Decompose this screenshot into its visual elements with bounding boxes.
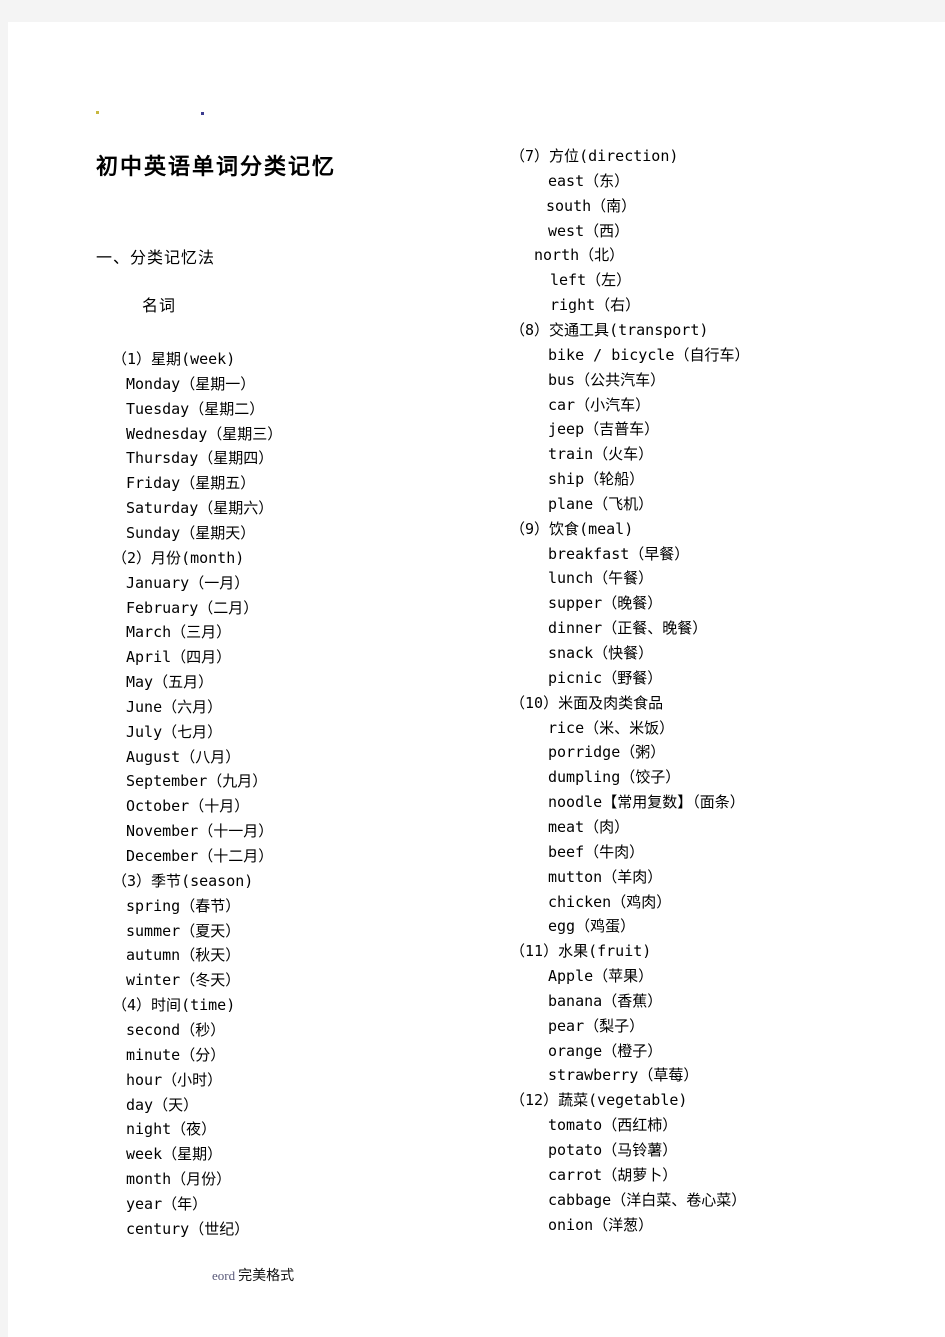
word-group-heading: （8）交通工具(transport) [510,320,709,339]
word-entry: right（右） [550,296,641,315]
word-group-heading: （10）米面及肉类食品 [510,693,664,712]
word-entry: May（五月） [126,673,214,692]
word-entry: autumn（秋天） [126,946,241,965]
word-entry: September（九月） [126,772,268,791]
word-group-heading: （7）方位(direction) [510,147,679,165]
word-entry: breakfast（早餐） [548,544,690,563]
word-entry: Saturday（星期六） [126,499,274,518]
word-entry: night（夜） [126,1120,217,1139]
footer-watermark: eord [212,1268,236,1283]
word-entry: Thursday（星期四） [126,449,274,468]
word-entry: north（北） [534,246,625,265]
word-entry: summer（夏天） [126,921,241,940]
word-entry: tomato（西红柿） [548,1116,678,1135]
word-entry: week（星期） [126,1145,223,1164]
word-entry: second（秒） [126,1020,226,1039]
word-entry: August（八月） [126,747,241,766]
word-entry: day（天） [126,1095,199,1114]
word-entry: left（左） [550,271,632,290]
word-entry: east（东） [548,171,630,190]
word-entry: November（十一月） [126,822,274,841]
word-entry: chicken（鸡肉） [548,892,672,911]
word-entry: December（十二月） [126,847,274,865]
word-entry: June（六月） [126,697,223,716]
word-entry: noodle【常用复数】（面条） [548,793,745,812]
word-entry: spring（春节） [126,896,241,915]
footer-label: 完美格式 [238,1267,295,1283]
word-group-heading: （12）蔬菜(vegetable) [510,1091,688,1110]
word-entry: carrot（胡萝卜） [548,1165,678,1184]
word-group-heading: （3）季节(season) [112,871,254,890]
word-entry: lunch（午餐） [548,569,654,588]
word-entry: plane（飞机） [548,494,654,513]
word-entry: dinner（正餐、晚餐） [548,619,708,638]
word-entry: beef（牛肉） [548,842,645,861]
word-group-heading: （11）水果(fruit) [510,942,652,961]
word-entry: snack（快餐） [548,644,654,662]
word-entry: century（世纪） [126,1219,250,1238]
word-entry: banana（香蕉） [548,991,663,1010]
document-page: 初中英语单词分类记忆 一、分类记忆法 名词 （1）星期(week) Monday（… [8,22,945,1337]
word-entry: strawberry（草莓） [548,1066,699,1085]
section-heading: 一、分类记忆法 [96,250,216,267]
word-entry: minute（分） [126,1045,226,1064]
word-entry: month（月份） [126,1170,232,1189]
word-entry: hour（小时） [126,1070,223,1089]
word-group-heading: （9）饮食(meal) [510,519,634,538]
word-group-heading: （1）星期(week) [112,350,236,368]
word-entry: bike / bicycle（自行车） [548,345,750,364]
word-entry: meat（肉） [548,817,630,836]
word-entry: train（火车） [548,445,654,464]
word-entry: dumpling（饺子） [548,768,681,787]
word-entry: bus（公共汽车） [548,370,666,389]
word-entry: onion（洋葱） [548,1215,654,1234]
word-entry: west（西） [548,221,630,240]
word-entry: winter（冬天） [126,971,241,990]
word-entry: mutton（羊肉） [548,867,663,886]
word-entry: April（四月） [126,648,232,667]
word-entry: supper（晚餐） [548,594,663,613]
word-entry: rice（米、米饭） [548,718,675,737]
word-entry: year（年） [126,1194,208,1213]
word-entry: Friday（星期五） [126,474,256,493]
word-entry: car（小汽车） [548,395,651,414]
scan-artifact-dot-left [96,111,99,114]
word-group-heading: （4）时间(time) [112,996,236,1015]
word-entry: July（七月） [126,722,223,741]
word-entry: March（三月） [126,623,232,642]
word-entry: picnic（野餐） [548,668,663,687]
word-entry: south（南） [546,196,637,215]
word-entry: potato（马铃薯） [548,1141,678,1159]
word-entry: October（十月） [126,797,250,816]
word-entry: Tuesday（星期二） [126,399,265,418]
word-group-heading: （2）月份(month) [112,548,245,567]
word-entry: Apple（苹果） [548,967,654,986]
word-entry: ship（轮船） [548,470,645,489]
word-entry: porridge（粥） [548,743,666,762]
page-title: 初中英语单词分类记忆 [96,154,337,179]
word-entry: Monday（星期一） [126,374,256,393]
word-entry: jeep（吉普车） [548,420,660,439]
word-entry: pear（梨子） [548,1016,645,1035]
page-footer: eord 完美格式 [212,1265,294,1285]
word-entry: January（一月） [126,573,250,592]
word-entry: egg（鸡蛋） [548,917,636,936]
word-entry: orange（橙子） [548,1041,663,1060]
scan-artifact-dot-right [201,112,204,115]
word-entry: February（二月） [126,598,259,617]
word-entry: Wednesday（星期三） [126,424,283,443]
part-of-speech-heading: 名词 [142,298,177,315]
word-entry: cabbage（洋白菜、卷心菜） [548,1190,747,1209]
word-entry: Sunday（星期天） [126,523,256,542]
